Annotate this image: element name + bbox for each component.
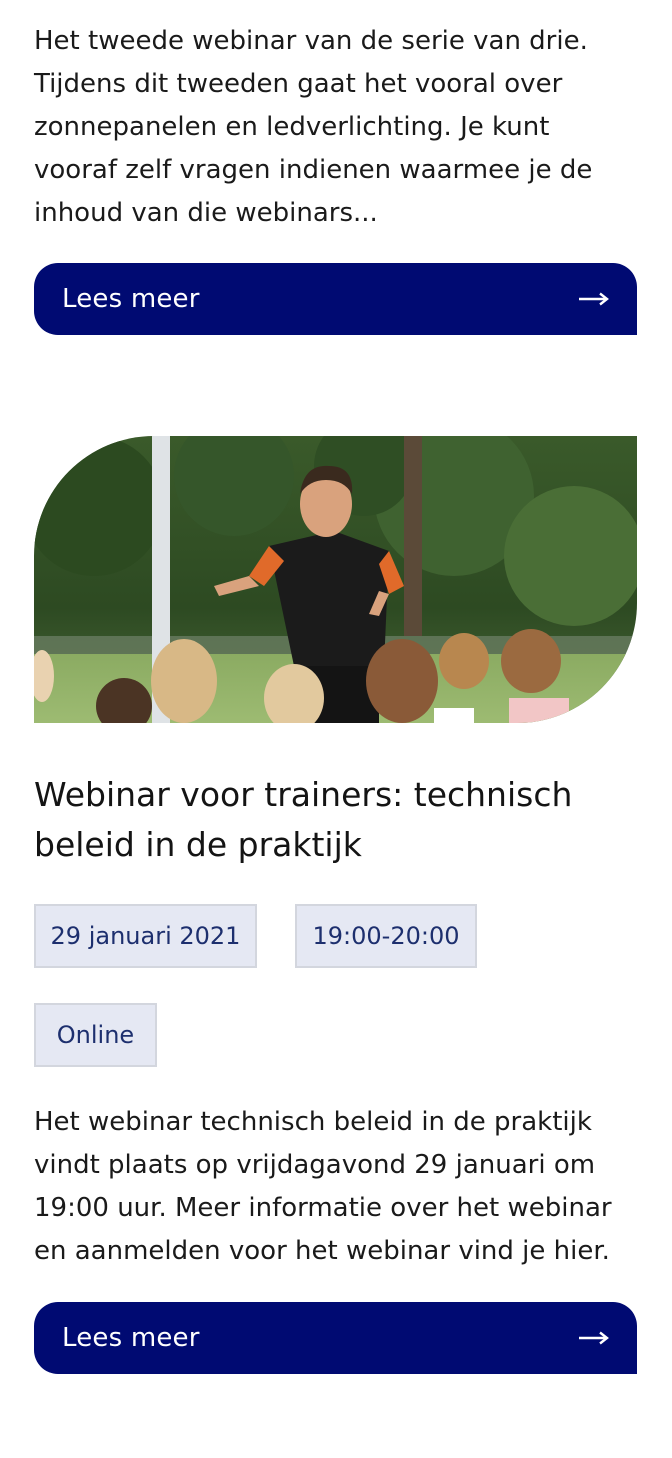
trainer-photo xyxy=(34,436,637,723)
article-excerpt: Het tweede webinar van de serie van drie… xyxy=(34,26,593,228)
arrow-right-icon xyxy=(579,1331,609,1345)
location-tag: Online xyxy=(34,1003,157,1067)
article-excerpt: Het webinar technisch beleid in de prakt… xyxy=(34,1107,612,1266)
date-tag: 29 januari 2021 xyxy=(34,904,257,968)
read-more-label: Lees meer xyxy=(62,1323,200,1353)
article-title[interactable]: Webinar voor trainers: technisch beleid … xyxy=(34,770,638,870)
read-more-button[interactable]: Lees meer xyxy=(34,1302,637,1374)
read-more-label: Lees meer xyxy=(62,284,200,314)
read-more-button[interactable]: Lees meer xyxy=(34,263,637,335)
time-tag: 19:00-20:00 xyxy=(295,904,477,968)
article-image[interactable] xyxy=(34,436,637,723)
arrow-right-icon xyxy=(579,292,609,306)
